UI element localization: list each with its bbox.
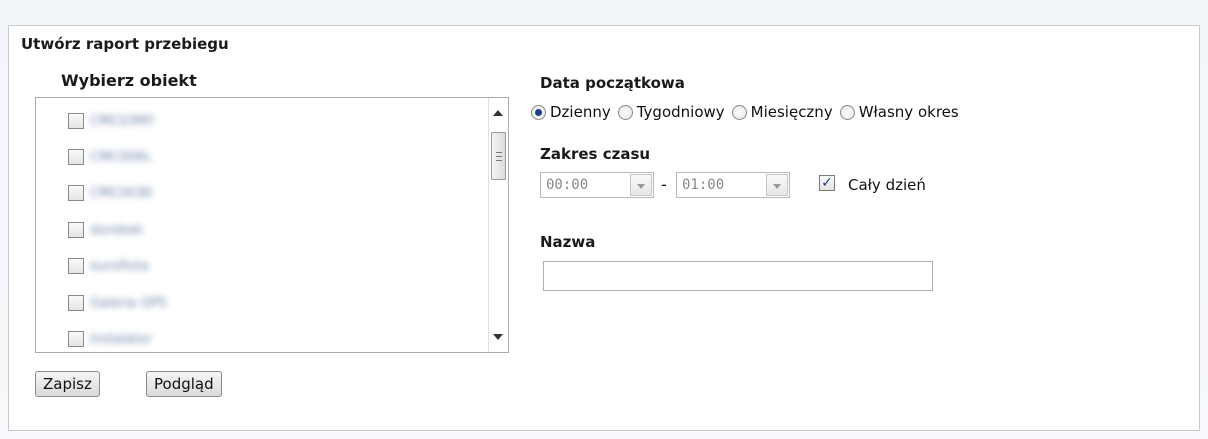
chevron-down-icon[interactable] — [766, 174, 788, 196]
radio-button[interactable] — [617, 104, 633, 120]
save-button[interactable]: Zapisz — [35, 371, 100, 397]
object-list[interactable]: CMC03MY CMC006L CMC003K dorobek euroflot… — [35, 97, 509, 353]
object-name: dorobek — [90, 222, 143, 238]
page-title: Utwórz raport przebiegu — [21, 35, 229, 53]
list-item[interactable]: Galeria GPS — [68, 292, 167, 314]
scroll-thumb[interactable] — [491, 132, 506, 180]
time-from-value: 00:00 — [546, 177, 589, 193]
grip-line-icon — [496, 152, 502, 153]
all-day-checkbox[interactable]: ✓ — [819, 175, 835, 191]
list-item[interactable]: CMC003K — [68, 182, 153, 204]
radio-monthly[interactable]: Miesięczny — [731, 103, 833, 121]
object-checkbox[interactable] — [68, 222, 84, 238]
grip-line-icon — [496, 156, 502, 157]
radio-weekly[interactable]: Tygodniowy — [617, 103, 725, 121]
all-day-label: Cały dzień — [848, 176, 926, 194]
radio-custom-period[interactable]: Własny okres — [839, 103, 959, 121]
radio-label: Własny okres — [858, 103, 959, 121]
radio-button-selected[interactable] — [531, 104, 546, 120]
radio-label: Dzienny — [550, 103, 611, 121]
list-item[interactable]: Instalator — [68, 328, 152, 350]
object-select-label: Wybierz obiekt — [61, 71, 197, 90]
object-checkbox[interactable] — [68, 295, 84, 311]
object-checkbox[interactable] — [68, 185, 84, 201]
time-from-select[interactable]: 00:00 — [540, 172, 654, 198]
object-checkbox[interactable] — [68, 113, 84, 129]
report-panel: Utwórz raport przebiegu Wybierz obiekt C… — [8, 25, 1200, 431]
name-label: Nazwa — [540, 233, 596, 251]
radio-button[interactable] — [839, 104, 855, 120]
chevron-down-icon[interactable] — [630, 174, 652, 196]
radio-label: Miesięczny — [750, 103, 833, 121]
radio-daily[interactable]: Dzienny — [531, 103, 611, 121]
radio-label: Tygodniowy — [636, 103, 725, 121]
list-scrollbar[interactable] — [488, 98, 508, 352]
preview-button[interactable]: Podgląd — [146, 371, 222, 397]
object-checkbox[interactable] — [68, 258, 84, 274]
object-name: CMC03MY — [90, 113, 156, 129]
time-separator: - — [661, 175, 667, 194]
scroll-down-arrow-icon[interactable] — [493, 334, 503, 340]
object-name: Galeria GPS — [90, 295, 167, 311]
object-checkbox[interactable] — [68, 149, 84, 165]
time-to-value: 01:00 — [682, 177, 725, 193]
list-item[interactable]: CMC03MY — [68, 110, 155, 132]
period-radio-group: Dzienny Tygodniowy Miesięczny Własny okr… — [531, 103, 966, 121]
object-name: CMC003K — [90, 185, 153, 201]
list-item[interactable]: euroflota — [68, 255, 148, 277]
list-item[interactable]: CMC006L — [68, 146, 151, 168]
radio-button[interactable] — [731, 104, 747, 120]
name-input[interactable] — [543, 261, 933, 291]
scroll-up-arrow-icon[interactable] — [493, 110, 503, 116]
time-to-select[interactable]: 01:00 — [676, 172, 790, 198]
object-checkbox[interactable] — [68, 331, 84, 347]
list-item[interactable]: dorobek — [68, 219, 143, 241]
object-name: Instalator — [90, 331, 152, 347]
object-name: euroflota — [90, 258, 149, 274]
object-name: CMC006L — [90, 149, 152, 165]
time-range-label: Zakres czasu — [540, 145, 651, 163]
grip-line-icon — [496, 160, 502, 161]
start-date-label: Data początkowa — [540, 74, 685, 92]
